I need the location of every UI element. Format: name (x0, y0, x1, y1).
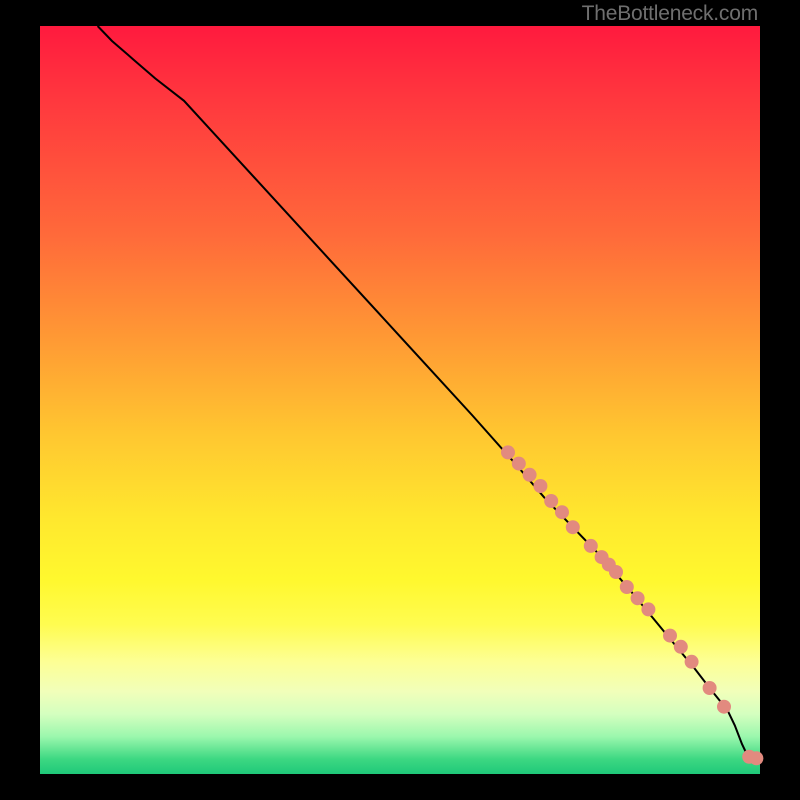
marker-point (631, 591, 645, 605)
marker-point (523, 468, 537, 482)
marker-point (703, 681, 717, 695)
marker-point (566, 520, 580, 534)
marker-point (717, 700, 731, 714)
watermark-text: TheBottleneck.com (582, 2, 758, 26)
marker-point (512, 457, 526, 471)
marker-point (663, 629, 677, 643)
marker-point (609, 565, 623, 579)
marker-point (544, 494, 558, 508)
plot-area (40, 26, 760, 774)
marker-point (533, 479, 547, 493)
marker-point (641, 602, 655, 616)
chart-svg (40, 26, 760, 774)
marker-point (685, 655, 699, 669)
chart-frame: TheBottleneck.com (0, 0, 800, 800)
bottleneck-curve (98, 26, 753, 759)
marker-point (584, 539, 598, 553)
marker-point (555, 505, 569, 519)
marker-point (501, 445, 515, 459)
marker-point (674, 640, 688, 654)
marker-point (620, 580, 634, 594)
marker-point (749, 751, 763, 765)
